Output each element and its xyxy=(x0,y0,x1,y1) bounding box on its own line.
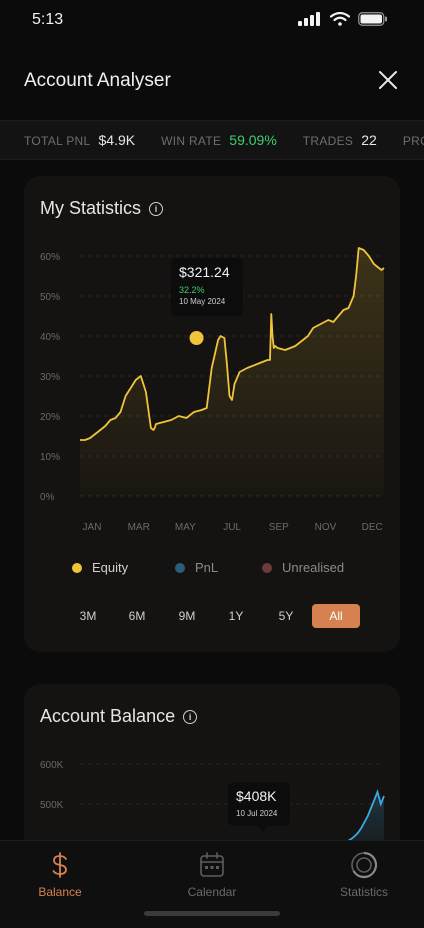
close-button[interactable] xyxy=(376,68,400,92)
range-all-button[interactable]: All xyxy=(312,604,360,628)
legend-item-unrealised[interactable]: Unrealised xyxy=(262,560,344,575)
legend-label-equity: Equity xyxy=(92,560,129,575)
wifi-icon xyxy=(330,12,350,26)
page-title: Account Analyser xyxy=(24,70,171,91)
ticker-value-win-rate: 59.09% xyxy=(229,132,277,148)
ticker-label-win-rate: WIN RATE xyxy=(161,134,222,148)
statistics-card: My Statistics i 0% 10% 20% 30% 40% 50% 60% JAN M… xyxy=(24,176,400,652)
close-icon xyxy=(379,71,397,89)
legend-dot-unrealised xyxy=(262,562,272,573)
status-bar: 5:13 xyxy=(0,0,424,40)
y-tick-label: 600K xyxy=(40,760,64,771)
stats-ticker[interactable]: TOTAL PNL $4.9K WIN RATE 59.09% TRADES 2… xyxy=(0,120,424,160)
legend-item-pnl[interactable]: PnL xyxy=(175,560,218,575)
calendar-icon xyxy=(200,852,224,877)
range-6m-button[interactable]: 6M xyxy=(113,604,161,628)
status-icons xyxy=(298,12,388,26)
balance-tooltip-arrow xyxy=(258,826,268,832)
range-5y-button[interactable]: 5Y xyxy=(262,604,310,628)
signal-icon xyxy=(298,12,320,26)
status-time: 5:13 xyxy=(32,11,64,28)
range-3m-button[interactable]: 3M xyxy=(64,604,112,628)
tab-label-statistics: Statistics xyxy=(339,885,388,899)
balance-tooltip-value: $408K xyxy=(236,788,277,804)
ticker-value-total-pnl: $4.9K xyxy=(98,132,136,148)
y-tick-label: 10% xyxy=(40,452,60,463)
y-tick-label: 60% xyxy=(40,252,60,263)
tab-label-calendar: Calendar xyxy=(187,885,237,899)
x-tick-label: SEP xyxy=(269,522,289,533)
tab-statistics[interactable]: Statistics xyxy=(304,851,424,901)
y-tick-label: 50% xyxy=(40,292,60,303)
y-tick-label: 0% xyxy=(40,492,55,503)
ticker-row: TOTAL PNL $4.9K WIN RATE 59.09% TRADES 2… xyxy=(24,132,424,148)
legend-dot-pnl xyxy=(175,562,185,573)
home-indicator xyxy=(144,911,280,916)
x-tick-label: MAR xyxy=(128,522,150,533)
y-tick-label: 500K xyxy=(40,800,64,811)
balance-card: Account Balance i 500K 600K $408K 10 Jul … xyxy=(24,684,400,864)
x-tick-label: JUL xyxy=(223,522,241,533)
range-selector: 3M 6M 9M 1Y 5Y All xyxy=(64,604,360,628)
tab-balance[interactable]: Balance xyxy=(0,851,120,901)
header: Account Analyser xyxy=(0,60,424,104)
chart-tooltip: $321.24 32.2% 10 May 2024 xyxy=(171,258,243,316)
ticker-label-profit: PROF xyxy=(402,134,424,148)
range-1y-button[interactable]: 1Y xyxy=(212,604,260,628)
ticker-label-total-pnl: TOTAL PNL xyxy=(24,134,91,148)
ticker-value-trades: 22 xyxy=(361,132,377,148)
legend-item-equity[interactable]: Equity xyxy=(72,560,128,575)
y-tick-label: 40% xyxy=(40,332,60,343)
ticker-label-trades: TRADES xyxy=(302,134,354,148)
x-tick-label: MAY xyxy=(175,522,196,533)
tooltip-value: $321.24 xyxy=(179,264,230,280)
balance-chart[interactable]: 500K 600K xyxy=(24,684,400,864)
dollar-icon xyxy=(52,852,67,878)
tooltip-date: 10 May 2024 xyxy=(179,297,226,306)
legend-dot-equity xyxy=(72,562,82,573)
statistics-ring-icon xyxy=(351,851,378,879)
tooltip-percent: 32.2% xyxy=(179,285,205,295)
tab-calendar[interactable]: Calendar xyxy=(152,851,272,901)
legend-label-unrealised: Unrealised xyxy=(282,560,345,575)
battery-icon xyxy=(358,12,387,26)
x-tick-label: DEC xyxy=(362,522,383,533)
balance-tooltip: $408K 10 Jul 2024 xyxy=(228,782,290,826)
y-tick-label: 20% xyxy=(40,412,60,423)
balance-tooltip-date: 10 Jul 2024 xyxy=(236,809,278,818)
legend-label-pnl: PnL xyxy=(195,560,219,575)
y-tick-label: 30% xyxy=(40,372,60,383)
tab-label-balance: Balance xyxy=(38,885,82,899)
range-9m-button[interactable]: 9M xyxy=(163,604,211,628)
equity-highlight-point xyxy=(189,331,204,345)
statistics-chart[interactable]: 0% 10% 20% 30% 40% 50% 60% JAN MAR MAY JUL SEP NOV DE… xyxy=(24,176,400,556)
x-tick-label: JAN xyxy=(83,522,102,533)
x-tick-label: NOV xyxy=(315,522,337,533)
